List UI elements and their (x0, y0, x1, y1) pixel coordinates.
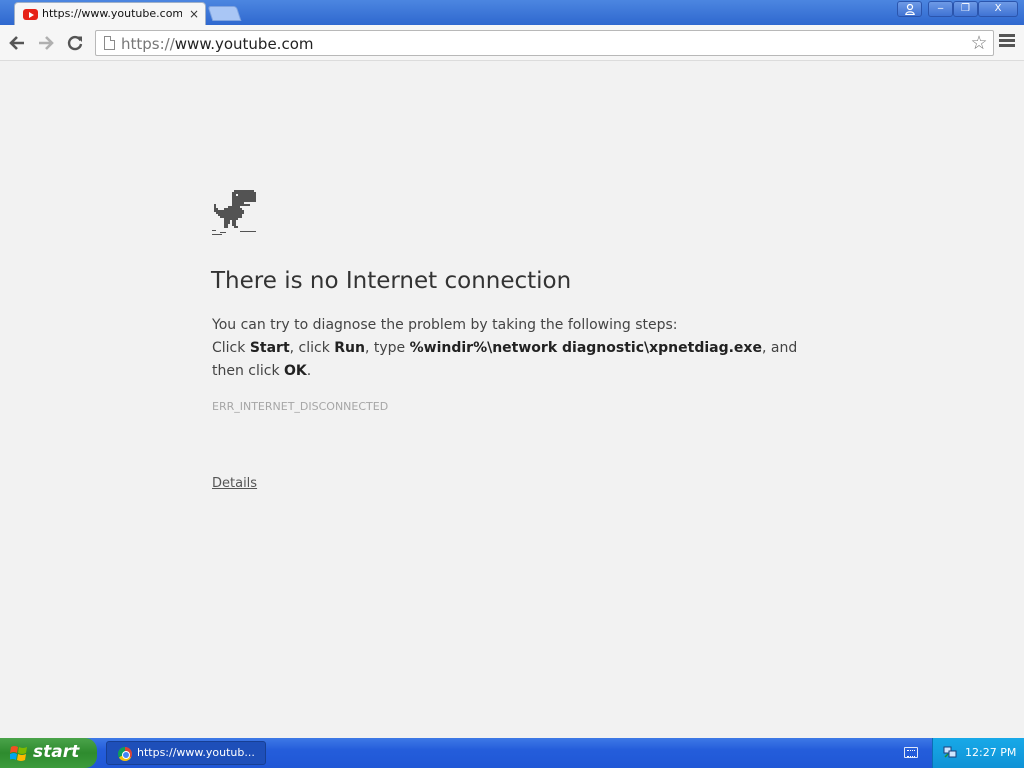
forward-button[interactable] (35, 32, 57, 54)
details-link[interactable]: Details (212, 476, 257, 491)
windows-logo-icon (10, 746, 27, 761)
error-instructions: You can try to diagnose the problem by t… (212, 314, 812, 383)
address-bar[interactable]: https://www.youtube.com ☆ (95, 30, 994, 56)
menu-bar-line (999, 34, 1015, 37)
tab-title: https://www.youtube.com/ i (42, 7, 182, 20)
text-fragment: , and (761, 340, 798, 356)
text-fragment: , click (289, 340, 335, 356)
text-fragment: . (306, 363, 312, 379)
url-scheme: https:// (121, 35, 175, 53)
chrome-icon (118, 747, 132, 761)
url-text[interactable]: https://www.youtube.com (121, 34, 313, 54)
network-status-icon[interactable] (943, 746, 957, 759)
menu-bar-line (999, 39, 1015, 42)
offline-dinosaur-icon (212, 190, 256, 235)
ok-keyword: OK (284, 363, 307, 379)
instruction-line-2: Click Start, click Run, type %windir%\ne… (212, 337, 812, 360)
keyboard-icon[interactable] (904, 747, 918, 758)
taskbar-item-label: https://www.youtub... (137, 746, 255, 759)
browser-toolbar: https://www.youtube.com ☆ (0, 25, 1024, 61)
youtube-favicon-icon (23, 9, 38, 20)
taskbar-item-chrome[interactable]: https://www.youtub... (106, 741, 266, 765)
url-host: www.youtube.com (174, 35, 314, 53)
error-title: There is no Internet connection (211, 268, 572, 294)
tab-close-icon[interactable]: × (187, 6, 201, 22)
forward-arrow-icon (39, 36, 54, 50)
bookmark-star-icon[interactable]: ☆ (969, 31, 989, 55)
instruction-line-3: then click OK. (212, 360, 812, 383)
browser-tab-active[interactable]: https://www.youtube.com/ i × (14, 2, 206, 25)
back-arrow-icon (9, 36, 24, 50)
run-keyword: Run (334, 340, 365, 356)
page-icon (104, 36, 115, 50)
close-icon: X (994, 3, 1002, 14)
browser-title-bar: https://www.youtube.com/ i × ‒ ❐ X (0, 0, 1024, 25)
text-fragment: , type (365, 340, 410, 356)
system-tray: 12:27 PM (932, 738, 1024, 768)
reload-icon (67, 35, 83, 51)
clock: 12:27 PM (965, 746, 1017, 759)
error-code: ERR_INTERNET_DISCONNECTED (212, 400, 389, 413)
start-button[interactable]: start (0, 738, 97, 768)
back-button[interactable] (6, 32, 28, 54)
minimize-icon: ‒ (937, 3, 944, 14)
text-fragment: then click (212, 363, 285, 379)
profile-button[interactable] (897, 1, 922, 17)
start-label: start (33, 742, 80, 762)
user-icon (904, 3, 915, 16)
close-window-button[interactable]: X (978, 1, 1018, 17)
restore-icon: ❐ (961, 3, 970, 14)
error-page: There is no Internet connection You can … (0, 62, 1024, 738)
start-keyword: Start (249, 340, 290, 356)
restore-button[interactable]: ❐ (953, 1, 978, 17)
menu-bar-line (999, 44, 1015, 47)
minimize-button[interactable]: ‒ (928, 1, 953, 17)
reload-button[interactable] (64, 32, 86, 54)
chrome-menu-icon[interactable] (999, 34, 1015, 52)
text-fragment: Click (212, 340, 250, 356)
instruction-line-1: You can try to diagnose the problem by t… (212, 317, 678, 333)
windows-taskbar: start https://www.youtub... 12:27 PM (0, 738, 1024, 768)
new-tab-button[interactable] (207, 6, 242, 21)
diagnostic-command: %windir%\network diagnostic\xpnetdiag.ex… (409, 340, 762, 356)
